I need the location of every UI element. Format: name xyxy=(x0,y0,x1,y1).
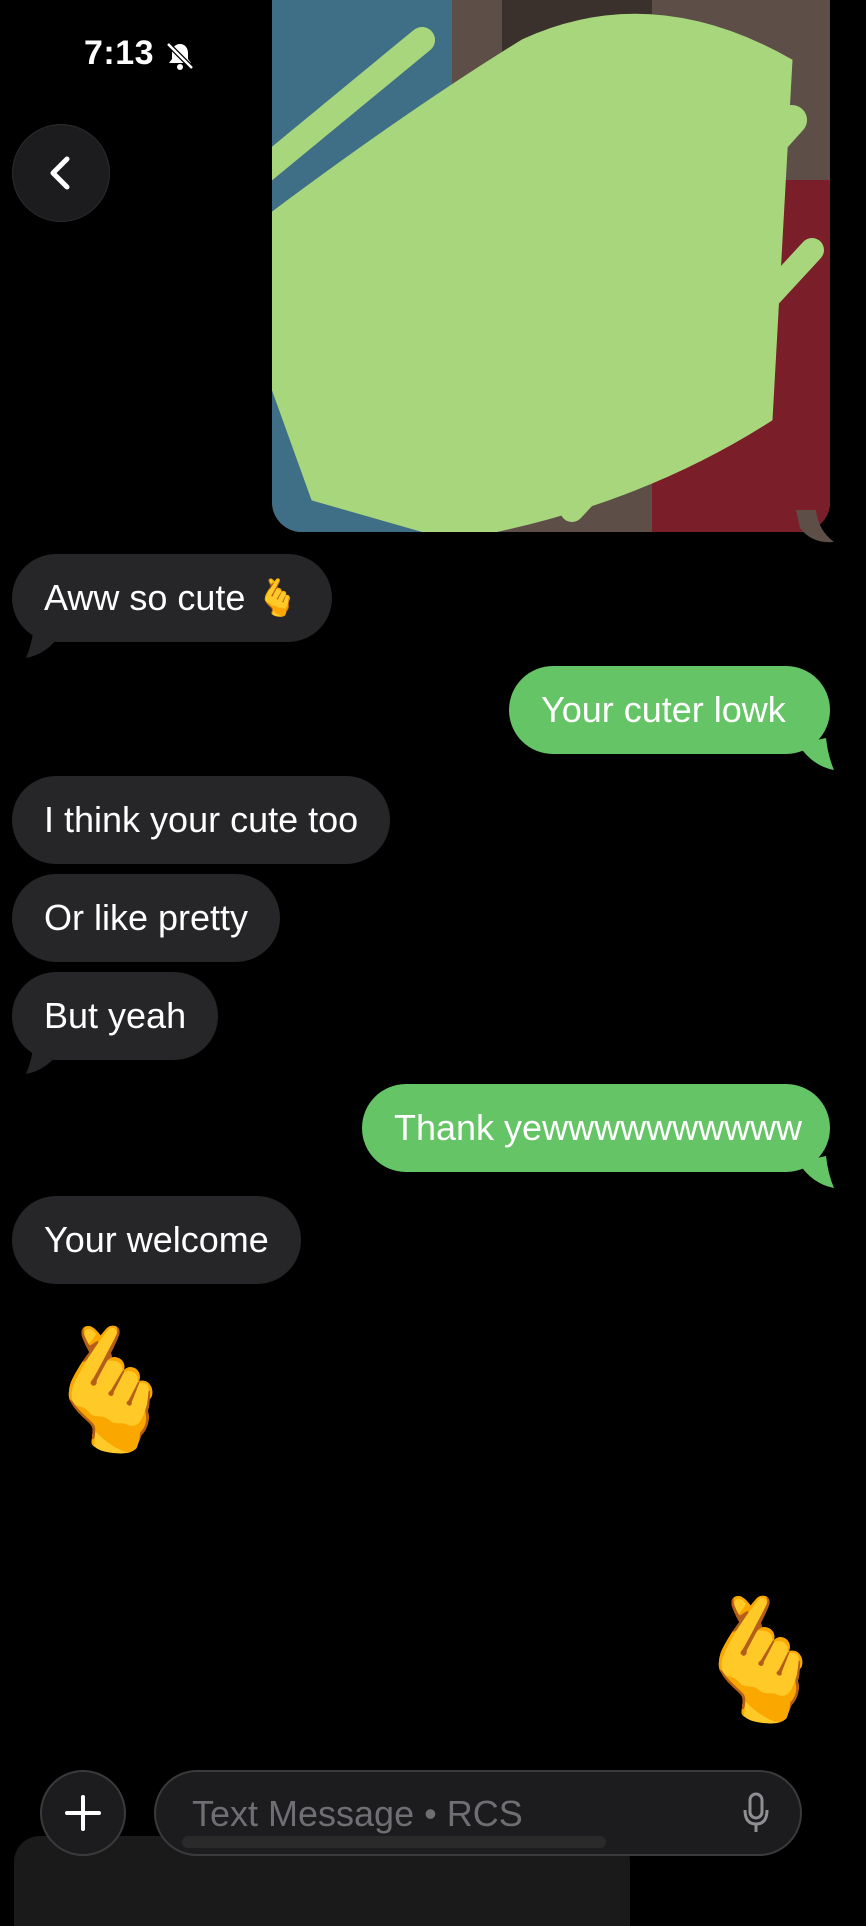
photo-image xyxy=(272,0,830,532)
microphone-icon[interactable] xyxy=(742,1792,770,1834)
sticker-incoming[interactable]: 🫰 xyxy=(36,1330,185,1450)
home-indicator xyxy=(182,1836,606,1848)
message-text: Or like pretty xyxy=(44,897,249,938)
bubble-tail xyxy=(798,1156,834,1188)
message-text: Your welcome xyxy=(44,1219,269,1260)
chevron-left-icon xyxy=(50,156,70,190)
sticker-outgoing[interactable]: 🫰 xyxy=(686,1600,835,1720)
bubble-tail xyxy=(26,626,62,658)
bell-slash-icon xyxy=(166,42,194,70)
message-text: Aww so cute 🫰 xyxy=(44,577,301,618)
plus-icon xyxy=(65,1795,101,1831)
message-bubble-outgoing[interactable]: Your cuter lowk xyxy=(509,666,830,754)
photo-message[interactable] xyxy=(272,0,830,532)
message-text: But yeah xyxy=(44,995,187,1036)
add-attachment-button[interactable] xyxy=(40,1770,126,1856)
bubble-tail xyxy=(798,738,834,770)
status-time: 7:13 xyxy=(84,34,155,72)
message-bubble-incoming[interactable]: Or like pretty xyxy=(12,874,281,962)
message-text: I think your cute too xyxy=(44,799,359,840)
message-bubble-incoming[interactable]: Your welcome xyxy=(12,1196,301,1284)
bubble-tail xyxy=(26,1042,62,1074)
message-text: Your cuter lowk xyxy=(541,689,786,730)
message-bubble-outgoing[interactable]: Thank yewwwwwwwwww xyxy=(362,1084,830,1172)
message-bubble-incoming[interactable]: I think your cute too xyxy=(12,776,391,864)
back-button[interactable] xyxy=(12,124,110,222)
message-text: Thank yewwwwwwwwww xyxy=(394,1107,803,1148)
bubble-tail xyxy=(796,510,834,543)
